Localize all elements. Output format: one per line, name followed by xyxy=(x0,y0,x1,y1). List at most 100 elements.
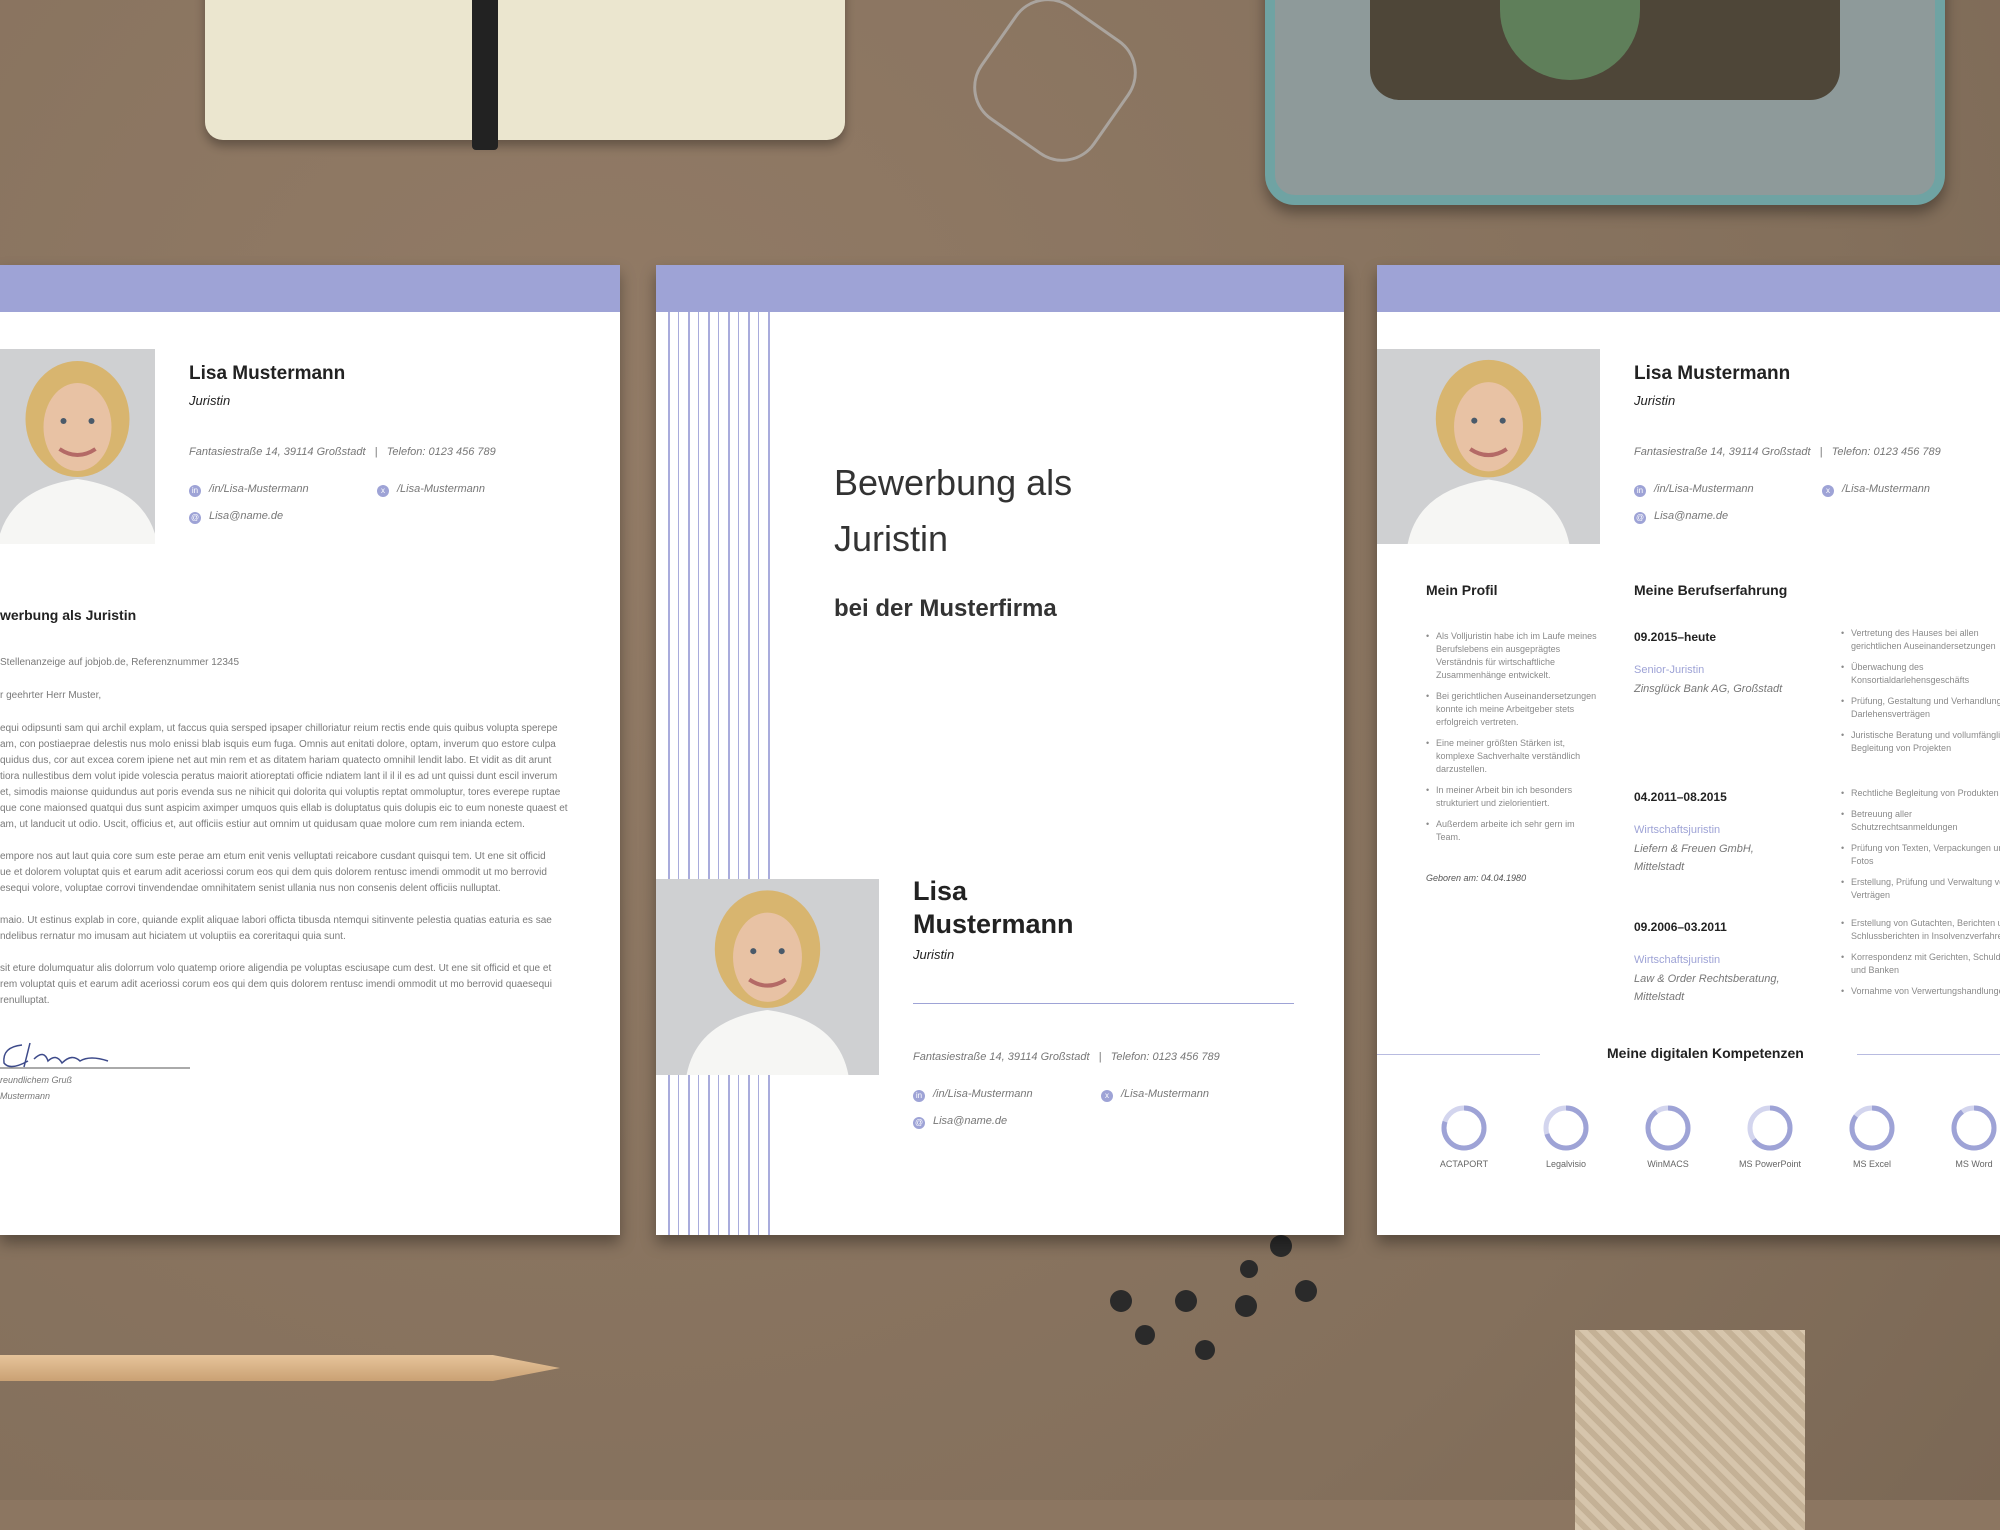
letter-line: ndelibus rernatur mo imusam aut hiciatem… xyxy=(0,931,346,942)
letter-line: maio. Ut estinus explab in core, quiande… xyxy=(0,915,552,926)
job-task: Erstellung von Gutachten, Berichten und … xyxy=(1841,917,2000,943)
letter-line: am, ut landucit ut odio. Uscit, officius… xyxy=(0,819,525,830)
linkedin-link[interactable]: in/in/Lisa-Mustermann xyxy=(1634,483,1754,497)
skill-ring xyxy=(1543,1105,1589,1151)
letter-line: sit eture dolumquatur alis dolorrum volo… xyxy=(0,963,552,974)
cover-sheet-page: Bewerbung als Juristin bei der Musterfirm… xyxy=(656,265,1344,1235)
xing-link[interactable]: x/Lisa-Mustermann xyxy=(1822,483,1930,497)
job-title: Senior-Juristin xyxy=(1634,664,1705,676)
skill-item: MS Word xyxy=(1939,1103,2000,1169)
profile-photo xyxy=(1377,349,1600,544)
wood-frame xyxy=(1575,1330,1805,1530)
letter-paragraph: sit eture dolumquatur alis dolorrum volo… xyxy=(0,961,568,1009)
divider xyxy=(913,1003,1294,1004)
profile-item: In meiner Arbeit bin ich besonders struk… xyxy=(1426,784,1601,810)
header-bar xyxy=(656,265,1344,312)
name-line2: Mustermann xyxy=(913,909,1074,939)
email-text: Lisa@name.de xyxy=(209,510,284,522)
job-task: Prüfung von Texten, Verpackungen und Fot… xyxy=(1841,842,2000,868)
linkedin-link[interactable]: in/in/Lisa-Mustermann xyxy=(189,483,309,497)
job-task: Überwachung des Konsortialdarlehensgesch… xyxy=(1841,661,2000,687)
job-task: Betreuung aller Schutzrechtsanmeldungen xyxy=(1841,808,2000,834)
xing-text: /Lisa-Mustermann xyxy=(397,483,486,495)
skill-ring xyxy=(1951,1105,1997,1151)
job-company: Liefern & Freuen GmbH, Mittelstadt xyxy=(1634,843,1754,873)
email-link[interactable]: @ Lisa@name.de xyxy=(913,1115,1007,1129)
skill-name: MS PowerPoint xyxy=(1738,1159,1802,1169)
decorative-stripe xyxy=(678,312,679,1235)
cover-letter-page: Lisa Mustermann Juristin Fantasiestraße … xyxy=(0,265,620,1235)
skill-name: ACTAPORT xyxy=(1439,1159,1489,1169)
skill-name: WinMACS xyxy=(1647,1159,1689,1169)
cv-page: Lisa Mustermann Juristin Fantasiestraße … xyxy=(1377,265,2000,1235)
letter-paragraph: equi odipsunti sam qui archil explam, ut… xyxy=(0,721,568,833)
address-phone: Fantasiestraße 14, 39114 Großstadt | Tel… xyxy=(189,446,496,458)
profile-heading: Mein Profil xyxy=(1426,582,1498,598)
decorative-stripe xyxy=(758,312,759,1235)
skill-item: ACTAPORT xyxy=(1429,1103,1499,1169)
skill-item: WinMACS xyxy=(1633,1103,1703,1169)
header-bar xyxy=(1377,265,2000,312)
skill-ring xyxy=(1441,1105,1487,1151)
job-title: Wirtschaftsjuristin xyxy=(1634,954,1721,966)
letter-paragraph: maio. Ut estinus explab in core, quiande… xyxy=(0,913,568,945)
letter-line: empore nos aut laut quia core sum este p… xyxy=(0,851,546,862)
xing-link[interactable]: x/Lisa-Mustermann xyxy=(377,483,485,497)
xing-icon: x xyxy=(1101,1090,1113,1102)
skills-heading: Meine digitalen Kompetenzen xyxy=(1607,1045,1804,1061)
job-entry: 09.2006–03.2011 Wirtschaftsjuristin Law & … xyxy=(1634,920,1794,1006)
profile-item: Außerdem arbeite ich sehr gern im Team. xyxy=(1426,818,1601,844)
applicant-role: Juristin xyxy=(1634,393,1676,408)
job-task: Erstellung, Prüfung und Verwaltung von V… xyxy=(1841,876,2000,902)
linkedin-text: /in/Lisa-Mustermann xyxy=(1654,483,1754,495)
linkedin-icon: in xyxy=(189,485,201,497)
profile-photo xyxy=(656,879,879,1075)
letter-reference: Stellenanzeige auf jobjob.de, Referenznu… xyxy=(0,657,240,668)
at-icon: @ xyxy=(1634,512,1646,524)
profile-item: Bei gerichtlichen Auseinandersetzungen k… xyxy=(1426,690,1601,729)
job-title: Wirtschaftsjuristin xyxy=(1634,824,1721,836)
applicant-name: Lisa Mustermann xyxy=(189,363,346,384)
letter-line: esequi volore, voluptae corrovi tinvende… xyxy=(0,883,501,894)
job-company: Law & Order Rechtsberatung, Mittelstadt xyxy=(1634,973,1780,1003)
job-task: Prüfung, Gestaltung und Verhandlung von … xyxy=(1841,695,2000,721)
letter-line: am, con postiaeprae delestis nus molo en… xyxy=(0,739,556,750)
job-tasks: Vertretung des Hauses bei allen gerichtl… xyxy=(1841,627,2000,763)
letter-line: renulluptat. xyxy=(0,995,50,1006)
decorative-stripe xyxy=(698,312,699,1235)
cover-subtitle: bei der Musterfirma xyxy=(834,595,1057,622)
pencil xyxy=(0,1355,560,1381)
email-link[interactable]: @ Lisa@name.de xyxy=(1634,510,1728,524)
letter-line: ue et dolorem voluptat quis et earum adi… xyxy=(0,867,547,878)
skill-item: MS PowerPoint xyxy=(1735,1103,1805,1169)
skill-ring xyxy=(1849,1105,1895,1151)
profile-list: Als Volljuristin habe ich im Laufe meine… xyxy=(1426,630,1601,852)
email-text: Lisa@name.de xyxy=(933,1115,1008,1127)
job-task: Rechtliche Begleitung von Produkten xyxy=(1841,787,2000,800)
applicant-role: Juristin xyxy=(189,393,231,408)
applicant-name: Lisa Mustermann xyxy=(1634,363,1791,384)
signature xyxy=(0,1042,190,1069)
applicant-role: Juristin xyxy=(913,947,955,962)
linkedin-link[interactable]: in/in/Lisa-Mustermann xyxy=(913,1088,1033,1102)
xing-link[interactable]: x/Lisa-Mustermann xyxy=(1101,1088,1209,1102)
profile-photo xyxy=(0,349,155,544)
at-icon: @ xyxy=(913,1117,925,1129)
decorative-stripe xyxy=(718,312,719,1235)
cover-title: Bewerbung als Juristin xyxy=(834,455,1072,567)
applicant-name: Lisa Mustermann xyxy=(913,875,1074,941)
at-icon: @ xyxy=(189,512,201,524)
cover-title-line2: Juristin xyxy=(834,518,949,559)
header-bar xyxy=(0,265,620,312)
email-text: Lisa@name.de xyxy=(1654,510,1729,522)
decorative-stripe xyxy=(728,312,730,1235)
birth-date: Geboren am: 04.04.1980 xyxy=(1426,873,1527,883)
job-dates: 04.2011–08.2015 xyxy=(1634,790,1727,804)
address-phone: Fantasiestraße 14, 39114 Großstadt | Tel… xyxy=(1634,446,1941,458)
skill-ring xyxy=(1747,1105,1793,1151)
cover-title-line1: Bewerbung als xyxy=(834,462,1073,503)
xing-icon: x xyxy=(1822,485,1834,497)
email-link[interactable]: @ Lisa@name.de xyxy=(189,510,283,524)
letter-line: que cone maionsed quatqui dus sunt aspic… xyxy=(0,803,568,814)
linkedin-icon: in xyxy=(913,1090,925,1102)
